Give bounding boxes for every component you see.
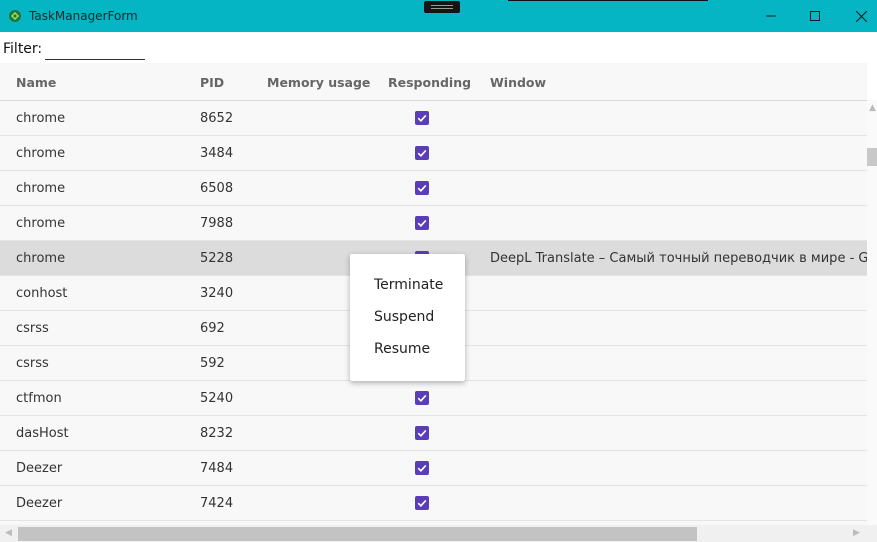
check-icon — [417, 114, 427, 122]
context-menu: Terminate Suspend Resume — [350, 254, 465, 381]
table-row[interactable]: chrome 8652 — [0, 101, 867, 136]
top-edge-strip — [508, 0, 708, 1]
title-bar[interactable]: TaskManagerForm — [0, 0, 877, 32]
menu-item-suspend[interactable]: Suspend — [374, 309, 434, 325]
horizontal-scroll-thumb[interactable] — [18, 527, 697, 541]
close-icon — [855, 10, 867, 22]
cell-name: dasHost — [16, 426, 69, 441]
table-header: Name PID Memory usage Responding Window — [0, 63, 867, 101]
check-icon — [417, 429, 427, 437]
scroll-right-icon[interactable]: ▶ — [853, 529, 860, 538]
cell-pid: 3484 — [200, 146, 234, 161]
cell-name: csrss — [16, 356, 49, 371]
cell-window: DeepL Translate – Самый точный переводчи… — [490, 251, 867, 266]
cell-pid: 8232 — [200, 426, 234, 441]
check-icon — [417, 184, 427, 192]
cell-pid: 6508 — [200, 181, 234, 196]
drag-grip-icon[interactable] — [424, 1, 460, 13]
menu-item-terminate[interactable]: Terminate — [374, 277, 443, 293]
table-row[interactable]: Deezer 7424 — [0, 486, 867, 521]
table-row[interactable]: Deezer 7484 — [0, 451, 867, 486]
table-row[interactable]: chrome 3484 — [0, 136, 867, 171]
cell-pid: 692 — [200, 321, 225, 336]
check-icon — [417, 149, 427, 157]
scroll-left-icon[interactable]: ◀ — [5, 529, 12, 538]
cell-pid: 7424 — [200, 496, 234, 511]
responding-checkbox[interactable] — [415, 146, 429, 160]
cell-name: chrome — [16, 181, 66, 196]
scrollbar-corner — [865, 525, 877, 542]
column-header-pid[interactable]: PID — [200, 75, 224, 90]
cell-pid: 3240 — [200, 286, 234, 301]
responding-checkbox[interactable] — [415, 426, 429, 440]
maximize-icon — [810, 11, 820, 21]
check-icon — [417, 464, 427, 472]
minimize-icon — [766, 15, 776, 17]
responding-checkbox[interactable] — [415, 496, 429, 510]
column-header-responding[interactable]: Responding — [388, 75, 471, 90]
filter-bar: Filter: — [0, 32, 877, 63]
check-icon — [417, 394, 427, 402]
vertical-scroll-thumb[interactable] — [867, 148, 877, 166]
app-icon — [9, 10, 21, 22]
cell-name: conhost — [16, 286, 68, 301]
menu-item-resume[interactable]: Resume — [374, 341, 430, 357]
cell-name: csrss — [16, 321, 49, 336]
table-row[interactable]: ctfmon 5240 — [0, 381, 867, 416]
table-row[interactable]: chrome 6508 — [0, 171, 867, 206]
cell-name: chrome — [16, 216, 66, 231]
cell-pid: 5228 — [200, 251, 234, 266]
filter-label: Filter: — [3, 41, 43, 57]
maximize-button[interactable] — [792, 0, 838, 32]
cell-name: Deezer — [16, 496, 63, 511]
filter-input[interactable] — [45, 38, 145, 60]
column-header-window[interactable]: Window — [490, 75, 546, 90]
responding-checkbox[interactable] — [415, 111, 429, 125]
check-icon — [417, 219, 427, 227]
responding-checkbox[interactable] — [415, 461, 429, 475]
responding-checkbox[interactable] — [415, 391, 429, 405]
scroll-up-icon[interactable]: ▲ — [869, 104, 876, 113]
column-header-memory[interactable]: Memory usage — [267, 75, 370, 90]
close-button[interactable] — [838, 0, 877, 32]
minimize-button[interactable] — [748, 0, 794, 32]
cell-pid: 7484 — [200, 461, 234, 476]
window-title: TaskManagerForm — [29, 9, 138, 23]
table-row[interactable]: chrome 7988 — [0, 206, 867, 241]
cell-name: Deezer — [16, 461, 63, 476]
cell-pid: 592 — [200, 356, 225, 371]
cell-name: ctfmon — [16, 391, 62, 406]
table-row[interactable]: dasHost 8232 — [0, 416, 867, 451]
cell-name: chrome — [16, 111, 66, 126]
responding-checkbox[interactable] — [415, 216, 429, 230]
cell-pid: 5240 — [200, 391, 234, 406]
cell-pid: 7988 — [200, 216, 234, 231]
responding-checkbox[interactable] — [415, 181, 429, 195]
cell-name: chrome — [16, 251, 66, 266]
check-icon — [417, 499, 427, 507]
cell-pid: 8652 — [200, 111, 234, 126]
column-header-name[interactable]: Name — [16, 75, 56, 90]
cell-name: chrome — [16, 146, 66, 161]
